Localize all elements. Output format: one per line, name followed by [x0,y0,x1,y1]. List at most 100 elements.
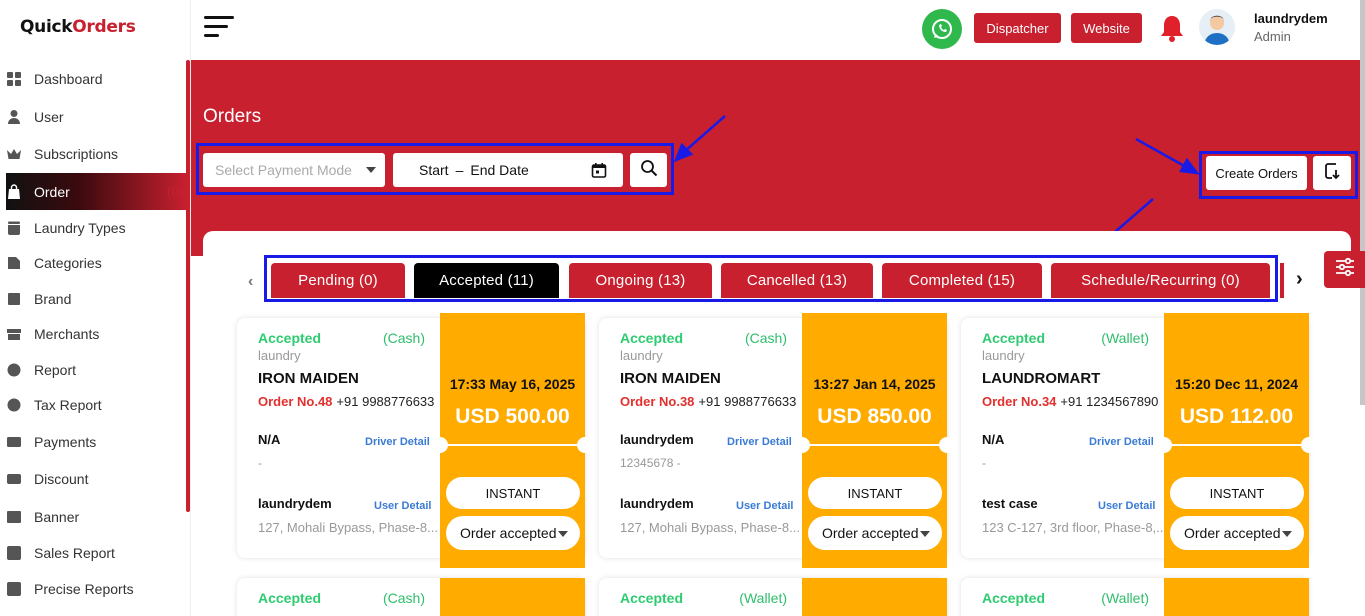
sidebar-item-categories[interactable]: Categories [6,248,187,278]
sidebar-item-label: Sales Report [34,545,115,561]
calendar-icon[interactable] [591,162,607,178]
order-amount: USD 850.00 [817,405,932,428]
payment-mode-select[interactable]: Select Payment Mode [203,153,385,187]
order-status-label: Accepted [258,330,322,346]
customer-address: 127, Mohali Bypass, Phase-8... [258,520,438,535]
chevron-right-icon[interactable]: › [1296,268,1303,291]
merchant-name: IRON MAIDEN [620,370,721,387]
order-card[interactable]: Accepted (Wallet) [599,578,947,616]
order-status-label: Accepted [982,590,1046,606]
sidebar-item-merchants[interactable]: Merchants [6,319,187,349]
driver-detail-link[interactable]: Driver Detail [365,436,430,448]
user-name: laundrydem [1254,11,1328,26]
bell-icon[interactable] [1159,13,1185,43]
export-button[interactable] [1313,156,1351,190]
avatar[interactable] [1199,9,1235,45]
search-icon [640,159,658,182]
sidebar-item-report[interactable]: Report [6,355,187,385]
order-status-label: Accepted [620,590,684,606]
sidebar-item-label: Subscriptions [34,146,119,162]
chart-icon [6,581,22,597]
order-summary-panel [802,578,947,616]
logo-text-right: rders [86,17,136,37]
page-scrollbar[interactable] [1360,0,1365,405]
sidebar-item-subscriptions[interactable]: Subscriptions [6,139,187,169]
order-summary-panel: 15:20 Dec 11, 2024 USD 112.00 INSTANT Or… [1156,313,1317,568]
order-status-label: Accepted [982,330,1046,346]
order-type: laundry [982,348,1025,363]
crown-icon [6,146,22,162]
sidebar-item-label: Report [34,362,77,378]
date-end-label: End Date [470,162,529,178]
caret-down-icon [558,531,568,537]
image-icon [6,509,22,525]
order-card[interactable]: Accepted (Cash) [237,578,585,616]
sidebar-item-sales-report[interactable]: Sales Report [6,538,187,568]
order-status-select[interactable]: Order accepted [446,516,580,550]
tab-ongoing[interactable]: Ongoing (13) [569,263,712,298]
tab-accepted[interactable]: Accepted (11) [414,263,559,298]
sidebar-item-dashboard[interactable]: Dashboard [6,64,187,94]
dispatcher-button[interactable]: Dispatcher [974,13,1061,43]
user-detail-link[interactable]: User Detail [1098,500,1155,512]
order-card[interactable]: Accepted (Cash) laundry IRON MAIDEN Orde… [237,313,593,568]
grid-icon [6,71,22,87]
create-orders-button[interactable]: Create Orders [1206,156,1307,190]
order-status-select[interactable]: Order accepted [1170,516,1304,550]
date-separator: – [455,162,464,178]
tab-completed[interactable]: Completed (15) [882,263,1042,298]
logo-text-left: Quick [20,17,73,37]
user-detail-link[interactable]: User Detail [736,500,793,512]
delivery-type-button[interactable]: INSTANT [808,477,942,509]
app-logo[interactable]: QuickOrders [20,17,136,37]
delivery-type-button[interactable]: INSTANT [446,477,580,509]
customer-name: laundrydem [258,496,332,511]
sidebar-item-discount[interactable]: Discount [6,464,187,494]
sidebar-item-banner[interactable]: Banner [6,502,187,532]
delivery-type-button[interactable]: INSTANT [1170,477,1304,509]
date-start-label: Start [419,162,449,178]
driver-detail-link[interactable]: Driver Detail [727,436,792,448]
sidebar-item-label: User [34,109,64,125]
sidebar-item-laundry-types[interactable]: Laundry Types [6,213,187,243]
filter-settings-button[interactable] [1324,251,1365,288]
chevron-left-icon[interactable]: ‹ [248,273,253,291]
payment-method: (Wallet) [1101,590,1149,606]
payment-method: (Wallet) [1101,330,1149,346]
top-bar: Dispatcher Website laundrydem Admin [191,0,1365,60]
sidebar-item-precise-reports[interactable]: Precise Reports [6,574,187,604]
sidebar-item-tax-report[interactable]: Tax Report [6,390,187,420]
order-status-select[interactable]: Order accepted [808,516,942,550]
user-detail-link[interactable]: User Detail [374,500,431,512]
search-button[interactable] [630,153,667,187]
order-card[interactable]: Accepted (Cash) laundry IRON MAIDEN Orde… [599,313,955,568]
driver-detail-link[interactable]: Driver Detail [1089,436,1154,448]
ticket-notch [1156,437,1172,453]
merchant-phone: +91 9988776633 [336,394,435,409]
category-icon [6,255,22,271]
merchant-name: LAUNDROMART [982,370,1101,387]
sidebar-item-order[interactable]: Order (0) [6,173,187,210]
driver-name: laundrydem [620,432,694,447]
sidebar-item-brand[interactable]: Brand [6,284,187,314]
whatsapp-icon[interactable] [922,9,962,49]
website-button[interactable]: Website [1071,13,1142,43]
order-card[interactable]: Accepted (Wallet) [961,578,1309,616]
order-summary-panel: 17:33 May 16, 2025 USD 500.00 INSTANT Or… [432,313,593,568]
order-card[interactable]: Accepted (Wallet) laundry LAUNDROMART Or… [961,313,1317,568]
sidebar-item-payments[interactable]: Payments [6,427,187,457]
sidebar-item-user[interactable]: User [6,102,187,132]
order-status-label: Accepted [258,590,322,606]
customer-address: 127, Mohali Bypass, Phase-8... [620,520,800,535]
ticket-notch [794,437,810,453]
ticket-notch [939,437,955,453]
report-icon [6,362,22,378]
tab-cancelled[interactable]: Cancelled (13) [721,263,873,298]
order-summary-panel: 13:27 Jan 14, 2025 USD 850.00 INSTANT Or… [794,313,955,568]
tab-pending[interactable]: Pending (0) [271,263,405,298]
menu-toggle-icon[interactable] [204,16,234,38]
date-range-input[interactable]: Start – End Date [393,153,623,187]
order-time: 13:27 Jan 14, 2025 [813,376,936,392]
sliders-icon [1334,257,1356,282]
tab-schedule-recurring[interactable]: Schedule/Recurring (0) [1051,263,1270,298]
